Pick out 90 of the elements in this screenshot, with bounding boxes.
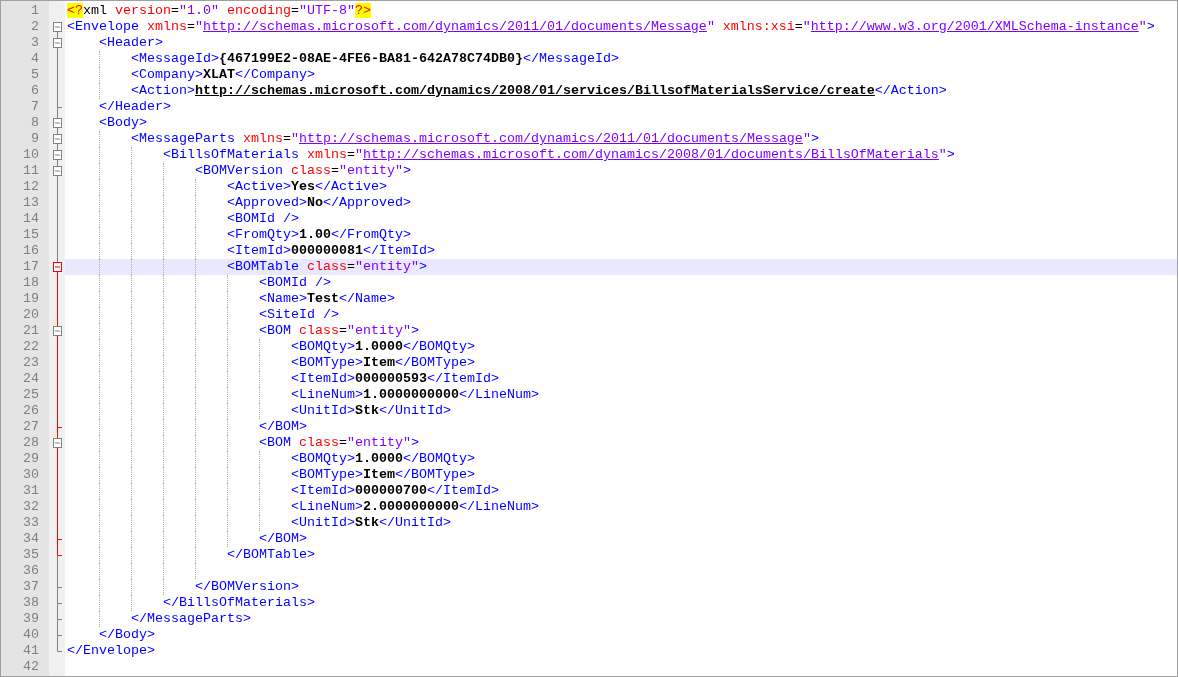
line-number: 33	[23, 515, 39, 531]
line-number: 29	[23, 451, 39, 467]
line-number: 3	[31, 35, 39, 51]
line-number: 36	[23, 563, 39, 579]
code-line: <Body>	[99, 115, 147, 131]
line-number: 4	[31, 51, 39, 67]
line-number: 9	[31, 131, 39, 147]
code-line: <LineNum>2.0000000000</LineNum>	[291, 499, 539, 515]
code-line: <BOMId />	[259, 275, 331, 291]
code-line: </BillsOfMaterials>	[163, 595, 315, 611]
code-line: <BillsOfMaterials xmlns="http://schemas.microsoft.com/dynamics/2008/01/documents/BillsOfMaterials">	[163, 147, 955, 163]
url-link[interactable]: http://schemas.microsoft.com/dynamics/2011/01/documents/Message	[299, 131, 803, 146]
line-number: 10	[23, 147, 39, 163]
line-number: 35	[23, 547, 39, 563]
code-line: <BOMType>Item</BOMType>	[291, 355, 475, 371]
line-number: 7	[31, 99, 39, 115]
line-number: 11	[23, 163, 39, 179]
line-number: 12	[23, 179, 39, 195]
url-link[interactable]: http://schemas.microsoft.com/dynamics/2008/01/services/BillsofMaterialsService/create	[195, 83, 875, 98]
line-number: 39	[23, 611, 39, 627]
code-line: <BOMQty>1.0000</BOMQty>	[291, 339, 475, 355]
url-link[interactable]: http://schemas.microsoft.com/dynamics/2008/01/documents/BillsOfMaterials	[363, 147, 939, 162]
line-number: 31	[23, 483, 39, 499]
line-number: 17	[23, 259, 39, 275]
code-line: <ItemId>000000081</ItemId>	[227, 243, 435, 259]
code-line: <UnitId>Stk</UnitId>	[291, 515, 451, 531]
code-line: </MessageParts>	[131, 611, 251, 627]
code-line: <Approved>No</Approved>	[227, 195, 411, 211]
line-number: 5	[31, 67, 39, 83]
code-line: <BOMId />	[227, 211, 299, 227]
code-line: <Envelope xmlns="http://schemas.microsoft.com/dynamics/2011/01/documents/Message" xmlns:xsi="http://www.w3.org/2001/XMLSchema-instance">	[67, 19, 1155, 35]
code-line: </Body>	[99, 627, 155, 643]
line-number: 6	[31, 83, 39, 99]
line-number: 22	[23, 339, 39, 355]
code-line: <BOMVersion class="entity">	[195, 163, 411, 179]
code-line: <Active>Yes</Active>	[227, 179, 387, 195]
code-line: </BOM>	[259, 419, 307, 435]
code-line: <BOM class="entity">	[259, 435, 419, 451]
code-line: <LineNum>1.0000000000</LineNum>	[291, 387, 539, 403]
code-line: <?xml version="1.0" encoding="UTF-8"?>	[67, 3, 371, 19]
line-number: 1	[31, 3, 39, 19]
line-number: 20	[23, 307, 39, 323]
code-line: <SiteId />	[259, 307, 339, 323]
line-number: 23	[23, 355, 39, 371]
line-number: 19	[23, 291, 39, 307]
code-line: <Action>http://schemas.microsoft.com/dynamics/2008/01/services/BillsofMaterialsService/create</Action>	[131, 83, 947, 99]
code-line: <ItemId>000000593</ItemId>	[291, 371, 499, 387]
code-line: <BOM class="entity">	[259, 323, 419, 339]
line-number: 38	[23, 595, 39, 611]
code-line: <UnitId>Stk</UnitId>	[291, 403, 451, 419]
fold-end-icon	[57, 419, 63, 435]
line-number: 41	[23, 643, 39, 659]
code-line: <Company>XLAT</Company>	[131, 67, 315, 83]
fold-line-icon	[57, 563, 58, 579]
line-number: 16	[23, 243, 39, 259]
code-line: </BOMVersion>	[195, 579, 299, 595]
code-line: <ItemId>000000700</ItemId>	[291, 483, 499, 499]
code-line: <MessageId>{467199E2-08AE-4FE6-BA81-642A78C74DB0}</MessageId>	[131, 51, 619, 67]
code-line: <BOMQty>1.0000</BOMQty>	[291, 451, 475, 467]
line-number: 25	[23, 387, 39, 403]
code-line: </BOM>	[259, 531, 307, 547]
fold-end-icon	[57, 99, 63, 115]
line-number: 28	[23, 435, 39, 451]
line-number: 18	[23, 275, 39, 291]
code-line: <BOMTable class="entity">	[227, 259, 427, 275]
line-number: 27	[23, 419, 39, 435]
code-line: </Header>	[99, 99, 171, 115]
line-number: 8	[31, 115, 39, 131]
url-link[interactable]: http://schemas.microsoft.com/dynamics/2011/01/documents/Message	[203, 19, 707, 34]
line-number: 13	[23, 195, 39, 211]
code-line: <MessageParts xmlns="http://schemas.microsoft.com/dynamics/2011/01/documents/Message">	[131, 131, 819, 147]
line-number: 21	[23, 323, 39, 339]
line-number: 30	[23, 467, 39, 483]
line-number: 34	[23, 531, 39, 547]
code-line: </Envelope>	[67, 643, 155, 659]
url-link[interactable]: http://www.w3.org/2001/XMLSchema-instance	[810, 19, 1139, 34]
line-number: 37	[23, 579, 39, 595]
code-line: <BOMType>Item</BOMType>	[291, 467, 475, 483]
code-line: <Header>	[99, 35, 163, 51]
line-number: 40	[23, 627, 39, 643]
line-number: 24	[23, 371, 39, 387]
line-number: 32	[23, 499, 39, 515]
line-number: 42	[23, 659, 39, 675]
code-line: </BOMTable>	[227, 547, 315, 563]
line-number: 15	[23, 227, 39, 243]
line-number: 26	[23, 403, 39, 419]
line-number: 2	[31, 19, 39, 35]
code-line: <Name>Test</Name>	[259, 291, 395, 307]
code-line: <FromQty>1.00</FromQty>	[227, 227, 411, 243]
line-number: 14	[23, 211, 39, 227]
